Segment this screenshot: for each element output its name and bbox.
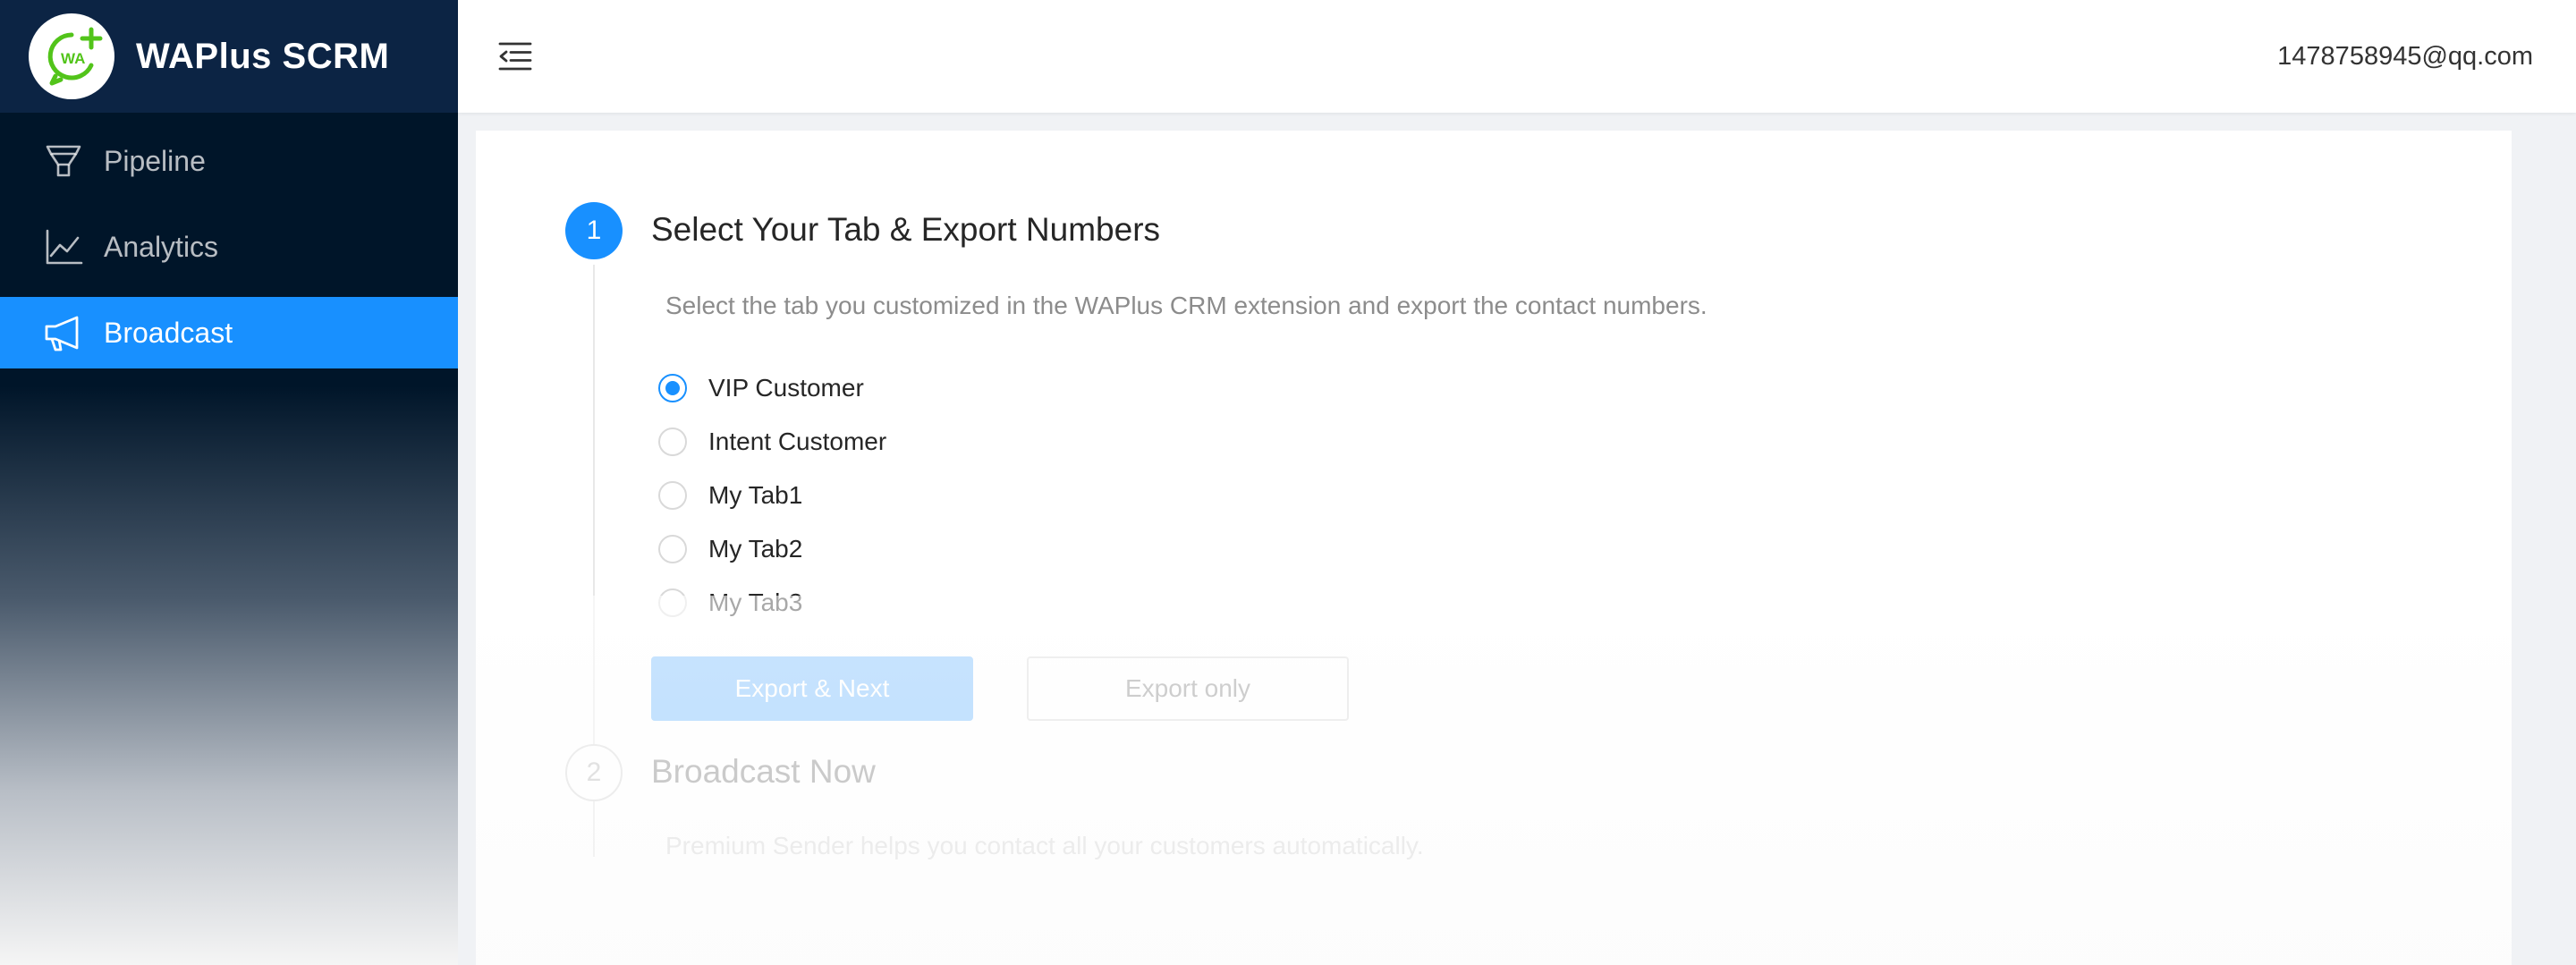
sidebar-item-broadcast[interactable]: Broadcast xyxy=(0,297,458,368)
step-1-description: Select the tab you customized in the WAP… xyxy=(665,292,1707,319)
radio-label: VIP Customer xyxy=(708,374,864,402)
radio-intent-customer[interactable]: Intent Customer xyxy=(658,415,886,469)
step-2-title: Broadcast Now xyxy=(651,753,876,790)
main-content: 1 Select Your Tab & Export Numbers Selec… xyxy=(476,131,2512,965)
top-header: 1478758945@qq.com xyxy=(458,0,2576,113)
radio-label: My Tab2 xyxy=(708,535,803,563)
step-1-title: Select Your Tab & Export Numbers xyxy=(651,211,1161,248)
export-next-button[interactable]: Export & Next xyxy=(651,656,973,721)
export-only-button[interactable]: Export only xyxy=(1027,656,1349,721)
brand[interactable]: WA WAPlus SCRM xyxy=(0,0,458,113)
app-name: WAPlus SCRM xyxy=(136,36,390,76)
sidebar: WA WAPlus SCRM Pipeline Analytics Broadc… xyxy=(0,0,458,965)
step-1-number: 1 xyxy=(565,202,623,259)
svg-text:WA: WA xyxy=(61,50,85,67)
sidebar-item-label: Broadcast xyxy=(104,316,233,349)
sidebar-menu: Pipeline Analytics Broadcast xyxy=(0,125,458,368)
radio-label: My Tab3 xyxy=(708,588,803,616)
radio-label: My Tab1 xyxy=(708,481,803,509)
radio-button[interactable] xyxy=(658,481,687,510)
user-email[interactable]: 1478758945@qq.com xyxy=(2277,42,2533,72)
sidebar-item-label: Analytics xyxy=(104,230,219,263)
radio-button[interactable] xyxy=(658,427,687,456)
radio-my-tab3[interactable]: My Tab3 xyxy=(658,576,886,630)
radio-button[interactable] xyxy=(658,374,687,402)
radio-button[interactable] xyxy=(658,535,687,563)
waplus-logo: WA xyxy=(29,13,114,99)
radio-my-tab1[interactable]: My Tab1 xyxy=(658,469,886,522)
step-2-description: Premium Sender helps you contact all you… xyxy=(665,832,1424,859)
radio-button[interactable] xyxy=(658,588,687,617)
radio-my-tab2[interactable]: My Tab2 xyxy=(658,522,886,576)
radio-vip-customer[interactable]: VIP Customer xyxy=(658,361,886,415)
sidebar-item-label: Pipeline xyxy=(104,144,206,177)
tab-radio-group: VIP Customer Intent Customer My Tab1 My … xyxy=(658,361,886,630)
sidebar-item-analytics[interactable]: Analytics xyxy=(0,211,458,283)
line-chart-icon xyxy=(43,226,84,267)
megaphone-icon xyxy=(43,312,84,353)
radio-label: Intent Customer xyxy=(708,427,887,455)
sidebar-item-pipeline[interactable]: Pipeline xyxy=(0,125,458,197)
funnel-icon xyxy=(43,140,84,182)
step-2-number: 2 xyxy=(565,744,623,801)
menu-fold-icon[interactable] xyxy=(496,37,535,76)
